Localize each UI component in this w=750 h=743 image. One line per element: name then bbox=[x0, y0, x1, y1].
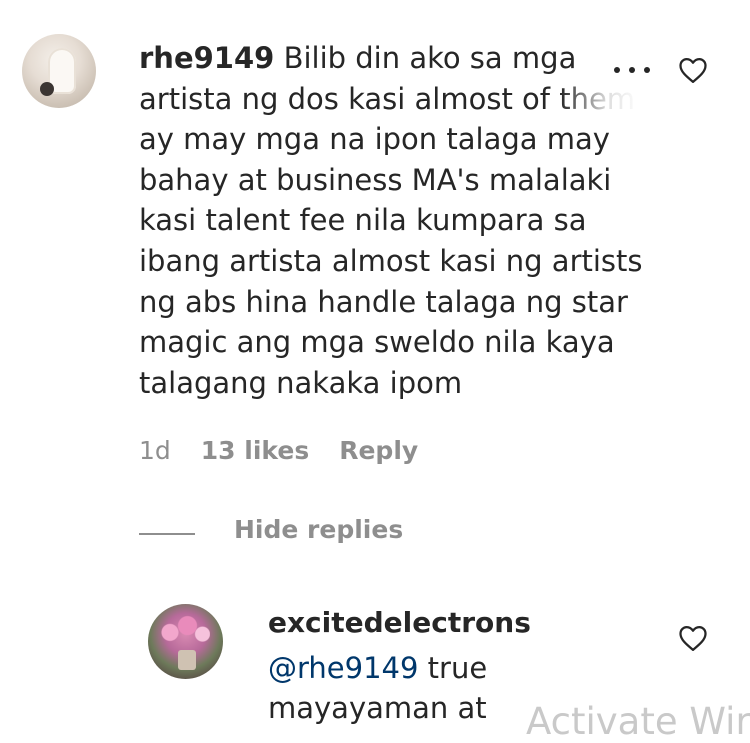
more-dot bbox=[614, 67, 620, 73]
comment-text-rest: artista ng dos kasi almost of them ay ma… bbox=[139, 81, 643, 400]
comment-timestamp[interactable]: 1d bbox=[139, 436, 171, 465]
avatar-rhe9149[interactable] bbox=[22, 34, 96, 108]
comment-likes[interactable]: 13 likes bbox=[201, 436, 309, 465]
more-dot bbox=[644, 67, 650, 73]
comment-text-first-line: Bilib din ako sa mga bbox=[283, 41, 577, 75]
comment-username[interactable]: rhe9149 bbox=[139, 41, 274, 75]
reply-username[interactable]: excitedelectrons bbox=[268, 606, 531, 639]
avatar-pot bbox=[178, 650, 196, 670]
heart-icon[interactable] bbox=[678, 624, 708, 652]
comment-meta: 1d 13 likes Reply bbox=[139, 436, 418, 465]
reply-button[interactable]: Reply bbox=[339, 436, 418, 465]
heart-icon[interactable] bbox=[678, 56, 708, 84]
hide-replies-button[interactable]: Hide replies bbox=[234, 515, 403, 544]
heart-icon-svg bbox=[679, 626, 707, 651]
more-options-icon[interactable] bbox=[614, 60, 650, 80]
heart-icon-svg bbox=[679, 58, 707, 83]
avatar-flowers bbox=[160, 612, 210, 646]
more-dot bbox=[629, 67, 635, 73]
replies-divider bbox=[139, 533, 195, 535]
reply-text-first-line: true bbox=[418, 651, 488, 685]
activate-windows-watermark: Activate Wir bbox=[526, 700, 750, 743]
avatar-detail bbox=[40, 82, 54, 96]
reply-text-rest: mayayaman at bbox=[268, 691, 487, 725]
comment-body: rhe9149 Bilib din ako sa mga artista ng … bbox=[139, 38, 659, 403]
avatar-excitedelectrons[interactable] bbox=[148, 604, 223, 679]
reply-mention[interactable]: @rhe9149 bbox=[268, 651, 418, 685]
